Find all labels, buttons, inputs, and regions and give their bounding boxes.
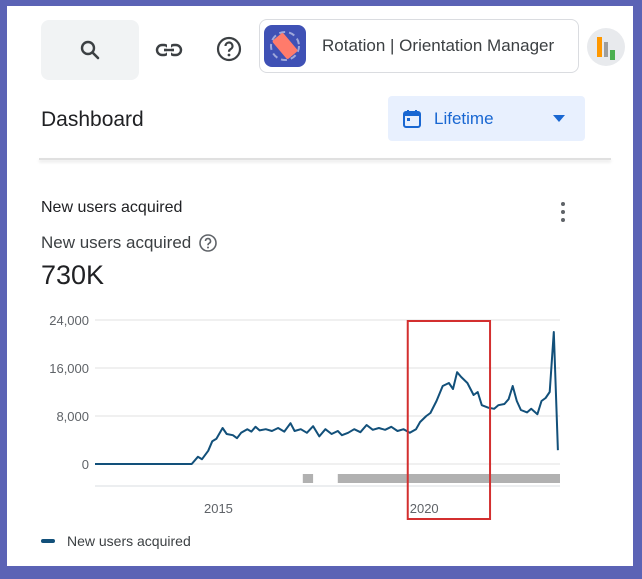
help-outline-icon[interactable] — [198, 233, 218, 253]
help-button[interactable] — [213, 33, 245, 65]
y-tick-label: 24,000 — [49, 313, 89, 328]
y-tick-label: 8,000 — [56, 409, 89, 424]
avatar[interactable] — [587, 28, 625, 66]
app-logo — [264, 25, 306, 67]
x-tick-label: 2020 — [410, 501, 439, 516]
help-icon — [216, 36, 242, 62]
search-icon — [80, 40, 100, 60]
app-name: Rotation | Orientation Manager — [322, 36, 555, 55]
calendar-icon — [403, 109, 421, 128]
card-title: New users acquired — [41, 199, 183, 216]
app-selector[interactable]: Rotation | Orientation Manager — [259, 19, 579, 73]
legend-label: New users acquired — [67, 533, 191, 549]
date-range-label: Lifetime — [434, 108, 494, 128]
more-options-button[interactable] — [555, 202, 571, 222]
link-icon — [155, 43, 183, 57]
highlight-box — [406, 320, 492, 520]
more-vert-icon — [561, 202, 565, 206]
link-button[interactable] — [153, 34, 185, 66]
y-tick-label: 0 — [82, 457, 89, 472]
chevron-down-icon — [553, 115, 565, 122]
legend-swatch — [41, 539, 55, 543]
chart-legend: New users acquired — [41, 533, 191, 549]
metric-label: New users acquired — [41, 233, 192, 252]
line-chart: 24,000 16,000 8,000 0 2015 2020 — [49, 313, 560, 520]
y-tick-label: 16,000 — [49, 361, 89, 376]
app-frame: Rotation | Orientation Manager Dashboard… — [7, 6, 633, 566]
data-annotation-band — [302, 474, 314, 483]
metric-value: 730K — [41, 260, 105, 290]
page-title: Dashboard — [41, 108, 144, 131]
divider — [39, 158, 611, 160]
search-button[interactable] — [41, 20, 139, 80]
x-tick-label: 2015 — [204, 501, 233, 516]
series-line — [95, 331, 559, 465]
metric-label-row: New users acquired — [41, 233, 218, 253]
date-range-selector[interactable]: Lifetime — [388, 96, 585, 141]
data-annotation-band — [337, 474, 560, 483]
